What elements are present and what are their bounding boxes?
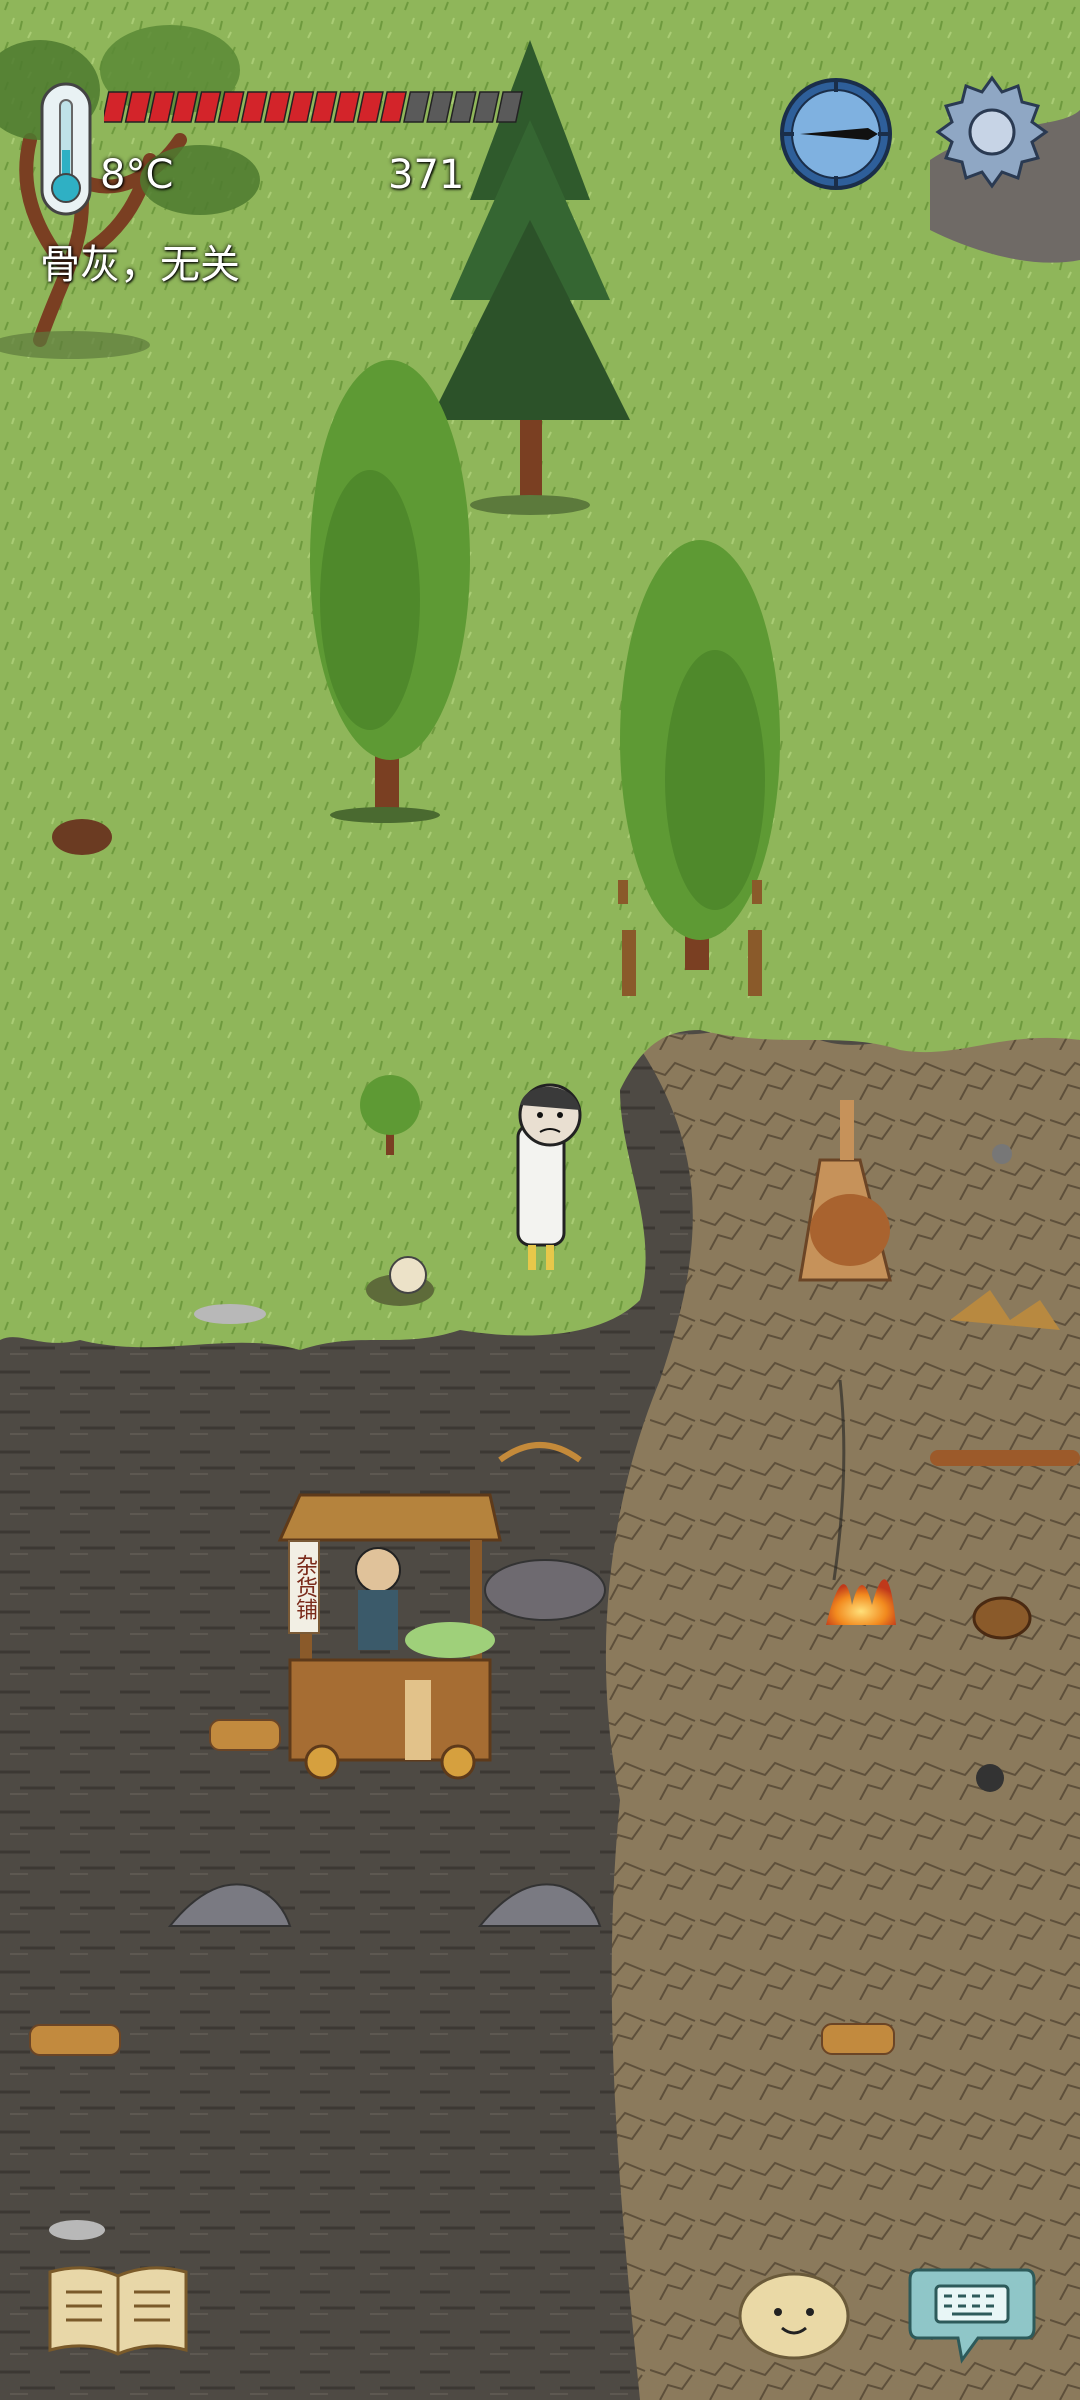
health-segment — [287, 91, 315, 123]
health-segment — [379, 91, 408, 123]
health-segment — [263, 91, 292, 123]
health-segment — [495, 91, 524, 123]
game-world[interactable] — [0, 0, 1080, 2400]
health-segment — [171, 91, 199, 123]
book-icon[interactable] — [46, 2262, 190, 2358]
health-segment — [310, 91, 338, 123]
health-segment — [472, 91, 500, 123]
charcoal — [976, 1764, 1004, 1792]
world-canvas[interactable] — [0, 0, 1080, 2400]
compass-icon[interactable] — [778, 76, 894, 192]
health-segment — [403, 91, 431, 123]
boulder — [484, 1559, 606, 1621]
keyboard-chat-icon[interactable] — [908, 2260, 1036, 2368]
pebble — [992, 1144, 1012, 1164]
health-segment — [426, 91, 454, 123]
health-segment — [240, 91, 268, 123]
health-bar — [104, 91, 524, 123]
health-segment — [356, 91, 384, 123]
fence-post — [748, 930, 762, 996]
health-segment — [194, 91, 222, 123]
log — [821, 2023, 895, 2055]
health-segment — [217, 91, 245, 123]
log — [930, 1450, 1080, 1466]
basket — [972, 1596, 1032, 1640]
counter-label: 371 — [388, 152, 465, 198]
health-segment — [124, 91, 152, 123]
status-message: 骨灰，无关 — [40, 242, 240, 288]
health-segment — [104, 91, 129, 123]
log — [209, 1719, 281, 1751]
fence-post — [622, 930, 636, 996]
smiley-potato-icon[interactable] — [736, 2266, 852, 2362]
thermometer-icon — [40, 82, 92, 216]
temperature-label: 8°C — [100, 152, 174, 198]
flint-stone — [49, 2220, 105, 2240]
health-segment — [449, 91, 477, 123]
health-segment — [147, 91, 176, 123]
flint-stone — [194, 1304, 266, 1324]
log — [29, 2024, 121, 2056]
gear-icon[interactable] — [932, 72, 1052, 192]
health-segment — [333, 91, 361, 123]
shop-sign: 杂货铺 — [288, 1540, 320, 1634]
burrow — [52, 819, 112, 855]
